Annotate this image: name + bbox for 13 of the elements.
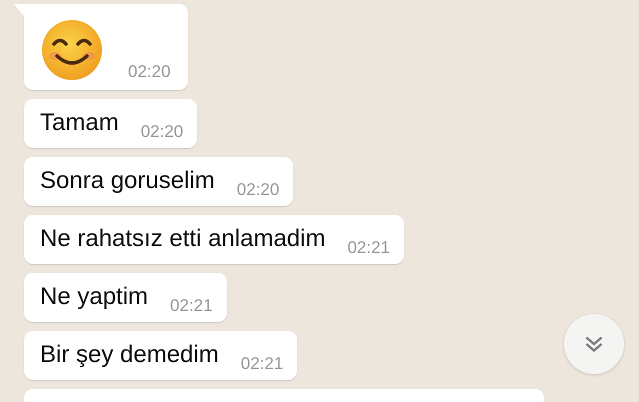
message-text: Sonra goruselim: [40, 167, 215, 195]
message-time: 02:21: [170, 296, 213, 316]
message-text: Ne yaptim: [40, 283, 148, 311]
smiling-face-icon: [40, 18, 104, 82]
message-text: Tamam: [40, 109, 119, 137]
message-text: Ne rahatsız etti anlamadim: [40, 225, 326, 253]
message-time: 02:20: [236, 180, 280, 200]
message-time: 02:21: [240, 354, 284, 374]
message-time: 02:20: [140, 122, 184, 142]
message-text: Bir şey demedim: [40, 341, 219, 369]
message-time: 02:20: [128, 62, 171, 82]
message-time: 02:21: [347, 238, 390, 258]
scroll-down-button[interactable]: [564, 314, 624, 374]
